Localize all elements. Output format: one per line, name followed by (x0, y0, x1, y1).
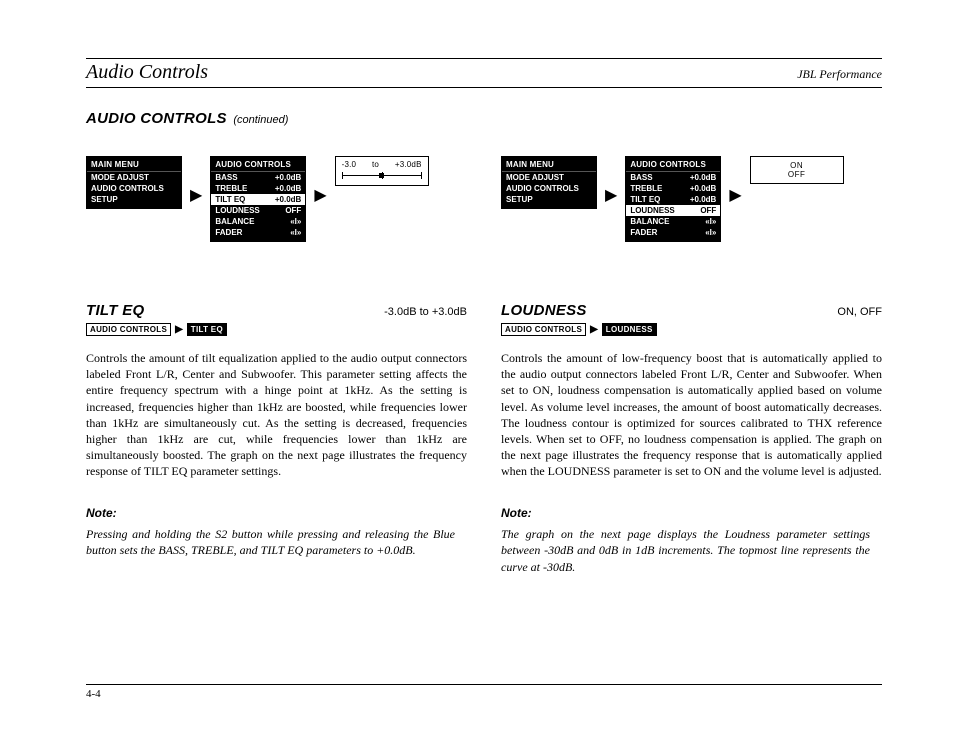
menu-audio-left: AUDIO CONTROLS BASS+0.0dB TREBLE+0.0dB T… (210, 156, 306, 242)
note-heading-left: Note: (86, 506, 467, 520)
section-title: AUDIO CONTROLS (continued) (86, 110, 882, 128)
note-body-right: The graph on the next page displays the … (501, 526, 882, 576)
menu-row: SETUP (87, 194, 181, 205)
header-row: Audio Controls JBL Performance (86, 61, 882, 84)
page: Audio Controls JBL Performance AUDIO CON… (0, 0, 954, 738)
menu-row: BASS+0.0dB (211, 172, 305, 183)
heading-title: TILT EQ (86, 302, 144, 319)
top-rule (86, 58, 882, 59)
menu-row: TILT EQ+0.0dB (626, 194, 720, 205)
columns: MAIN MENU MODE ADJUST AUDIO CONTROLS SET… (86, 156, 882, 575)
menu-row: TREBLE+0.0dB (626, 183, 720, 194)
section-title-main: AUDIO CONTROLS (86, 110, 227, 127)
menu-row: BALANCE«I» (211, 216, 305, 227)
menu-title: MAIN MENU (502, 159, 596, 172)
arrow-icon: ▶ (605, 188, 617, 204)
arrow-icon: ▶ (190, 188, 202, 204)
menu-row: AUDIO CONTROLS (87, 183, 181, 194)
arrow-icon: ▶ (729, 188, 741, 204)
menu-row-selected: LOUDNESSOFF (626, 205, 720, 216)
col-left: MAIN MENU MODE ADJUST AUDIO CONTROLS SET… (86, 156, 467, 575)
menu-main-left: MAIN MENU MODE ADJUST AUDIO CONTROLS SET… (86, 156, 182, 209)
breadcrumb-right: AUDIO CONTROLS ▶ LOUDNESS (501, 323, 882, 336)
menu-row: BASS+0.0dB (626, 172, 720, 183)
col-right: MAIN MENU MODE ADJUST AUDIO CONTROLS SET… (501, 156, 882, 575)
body-text-left: Controls the amount of tilt equalization… (86, 350, 467, 480)
heading-range: -3.0dB to +3.0dB (384, 306, 467, 318)
menu-title: MAIN MENU (87, 159, 181, 172)
body-text-right: Controls the amount of low-frequency boo… (501, 350, 882, 480)
note-body-left: Pressing and holding the S2 button while… (86, 526, 467, 559)
slider-max: +3.0dB (395, 160, 422, 169)
menu-audio-right: AUDIO CONTROLS BASS+0.0dB TREBLE+0.0dB T… (625, 156, 721, 242)
heading-title: LOUDNESS (501, 302, 587, 319)
header-left: Audio Controls (86, 61, 208, 84)
breadcrumb-left: AUDIO CONTROLS ▶ TILT EQ (86, 323, 467, 336)
diagram-left: MAIN MENU MODE ADJUST AUDIO CONTROLS SET… (86, 156, 467, 242)
crumb-black: LOUDNESS (602, 323, 657, 336)
heading-row-right: LOUDNESS ON, OFF (501, 302, 882, 319)
note-heading-right: Note: (501, 506, 882, 520)
menu-row: FADER«I» (626, 227, 720, 238)
option-box: ON OFF (750, 156, 844, 184)
menu-row: TREBLE+0.0dB (211, 183, 305, 194)
page-number: 4-4 (86, 688, 882, 700)
crumb-black: TILT EQ (187, 323, 227, 336)
chevron-right-icon: ▶ (590, 324, 598, 335)
option-off: OFF (751, 170, 843, 179)
slider-min: -3.0 (342, 160, 357, 169)
slider-track (342, 171, 422, 181)
menu-title: AUDIO CONTROLS (211, 159, 305, 172)
footer: 4-4 (86, 684, 882, 700)
heading-row-left: TILT EQ -3.0dB to +3.0dB (86, 302, 467, 319)
header-right: JBL Performance (797, 67, 882, 82)
menu-title: AUDIO CONTROLS (626, 159, 720, 172)
menu-row: LOUDNESSOFF (211, 205, 305, 216)
menu-row: SETUP (502, 194, 596, 205)
arrow-icon: ▶ (314, 188, 326, 204)
footer-rule (86, 684, 882, 685)
menu-row: AUDIO CONTROLS (502, 183, 596, 194)
chevron-right-icon: ▶ (175, 324, 183, 335)
menu-row: BALANCE«I» (626, 216, 720, 227)
heading-range: ON, OFF (837, 306, 882, 318)
menu-row-selected: TILT EQ+0.0dB (211, 194, 305, 205)
sub-rule (86, 87, 882, 88)
option-on: ON (751, 161, 843, 170)
section-title-cont: (continued) (233, 114, 288, 126)
slider-mid: to (372, 160, 379, 169)
crumb-white: AUDIO CONTROLS (501, 323, 586, 336)
diagram-right: MAIN MENU MODE ADJUST AUDIO CONTROLS SET… (501, 156, 882, 242)
slider-box: -3.0 to +3.0dB (335, 156, 429, 186)
menu-row: FADER«I» (211, 227, 305, 238)
crumb-white: AUDIO CONTROLS (86, 323, 171, 336)
menu-row: MODE ADJUST (502, 172, 596, 183)
menu-main-right: MAIN MENU MODE ADJUST AUDIO CONTROLS SET… (501, 156, 597, 209)
menu-row: MODE ADJUST (87, 172, 181, 183)
